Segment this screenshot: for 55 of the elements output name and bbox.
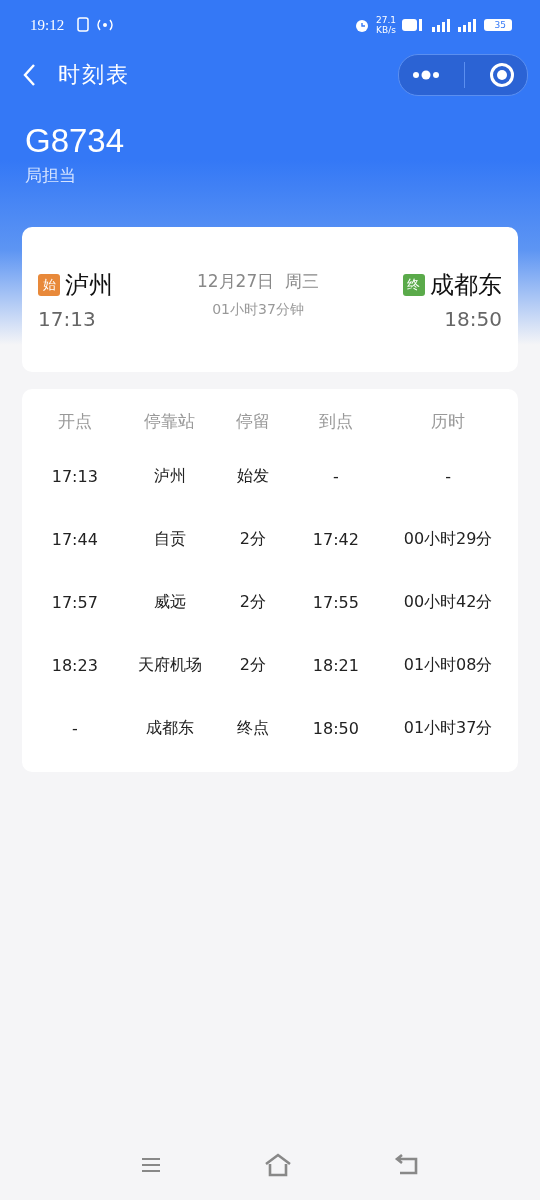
train-number: G8734	[25, 122, 126, 160]
menu-icon[interactable]	[140, 1156, 162, 1174]
table-cell-text: 17:57	[50, 593, 99, 612]
table-cell-text: 2分	[238, 592, 267, 613]
travel-date: 12月27日 周三	[196, 270, 320, 293]
column-header: 停留	[234, 409, 271, 433]
table-cell-text: 2分	[238, 655, 267, 676]
table-cell-text: 00小时42分	[402, 592, 494, 613]
table-cell-text: -	[331, 467, 340, 486]
arrival-station: 成都东	[430, 269, 502, 301]
departure-station: 泸州	[65, 269, 113, 301]
close-target-icon[interactable]	[489, 62, 516, 88]
table-cell-text: 18:23	[50, 656, 99, 675]
network-speed: 27.1 KB/s	[375, 15, 396, 35]
start-tag: 始	[38, 273, 60, 296]
table-cell-text: 泸州	[152, 466, 187, 487]
table-cell-text: 2分	[238, 529, 267, 550]
travel-duration: 01小时37分钟	[212, 301, 304, 319]
table-cell-text: 17:42	[311, 530, 360, 549]
signal-icon	[430, 18, 450, 32]
table-cell-text: 01小时08分	[402, 655, 494, 676]
table-cell-text: 终点	[235, 718, 270, 739]
table-cell-text: 00小时29分	[402, 529, 494, 550]
signal-broadcast-icon	[96, 18, 115, 32]
end-tag: 终	[403, 273, 425, 296]
table-cell-text: -	[444, 467, 452, 486]
back-icon[interactable]	[394, 1153, 420, 1177]
more-icon[interactable]	[410, 70, 441, 80]
column-header: 开点	[56, 409, 93, 433]
battery-indicator: 35	[484, 19, 512, 31]
arrival-time: 18:50	[444, 306, 502, 331]
back-icon[interactable]	[22, 63, 36, 87]
alarm-icon	[353, 17, 370, 33]
table-cell-text: 17:44	[50, 530, 99, 549]
column-header: 停靠站	[143, 409, 197, 433]
train-subtitle: 局担当	[25, 164, 77, 187]
table-cell-text: 18:50	[311, 719, 360, 738]
table-cell-text: 成都东	[144, 718, 195, 739]
home-icon[interactable]	[263, 1153, 293, 1177]
column-header: 到点	[317, 409, 354, 433]
table-cell-text: 01小时37分	[402, 718, 494, 739]
status-time: 19:12	[30, 16, 65, 34]
table-cell-text: 始发	[235, 466, 270, 487]
table-cell-text: 17:55	[311, 593, 360, 612]
departure-time: 17:13	[38, 306, 97, 331]
document-icon	[76, 17, 91, 33]
table-cell-text: -	[70, 719, 79, 738]
table-cell-text: 18:21	[311, 656, 360, 675]
table-cell-text: 天府机场	[136, 655, 203, 676]
column-header: 历时	[430, 409, 467, 433]
table-cell-text: 17:13	[50, 467, 99, 486]
signal-icon	[456, 18, 478, 32]
page-title: 时刻表	[58, 61, 130, 89]
table-cell-text: 威远	[152, 592, 187, 613]
table-cell-text: 自贡	[152, 529, 187, 550]
